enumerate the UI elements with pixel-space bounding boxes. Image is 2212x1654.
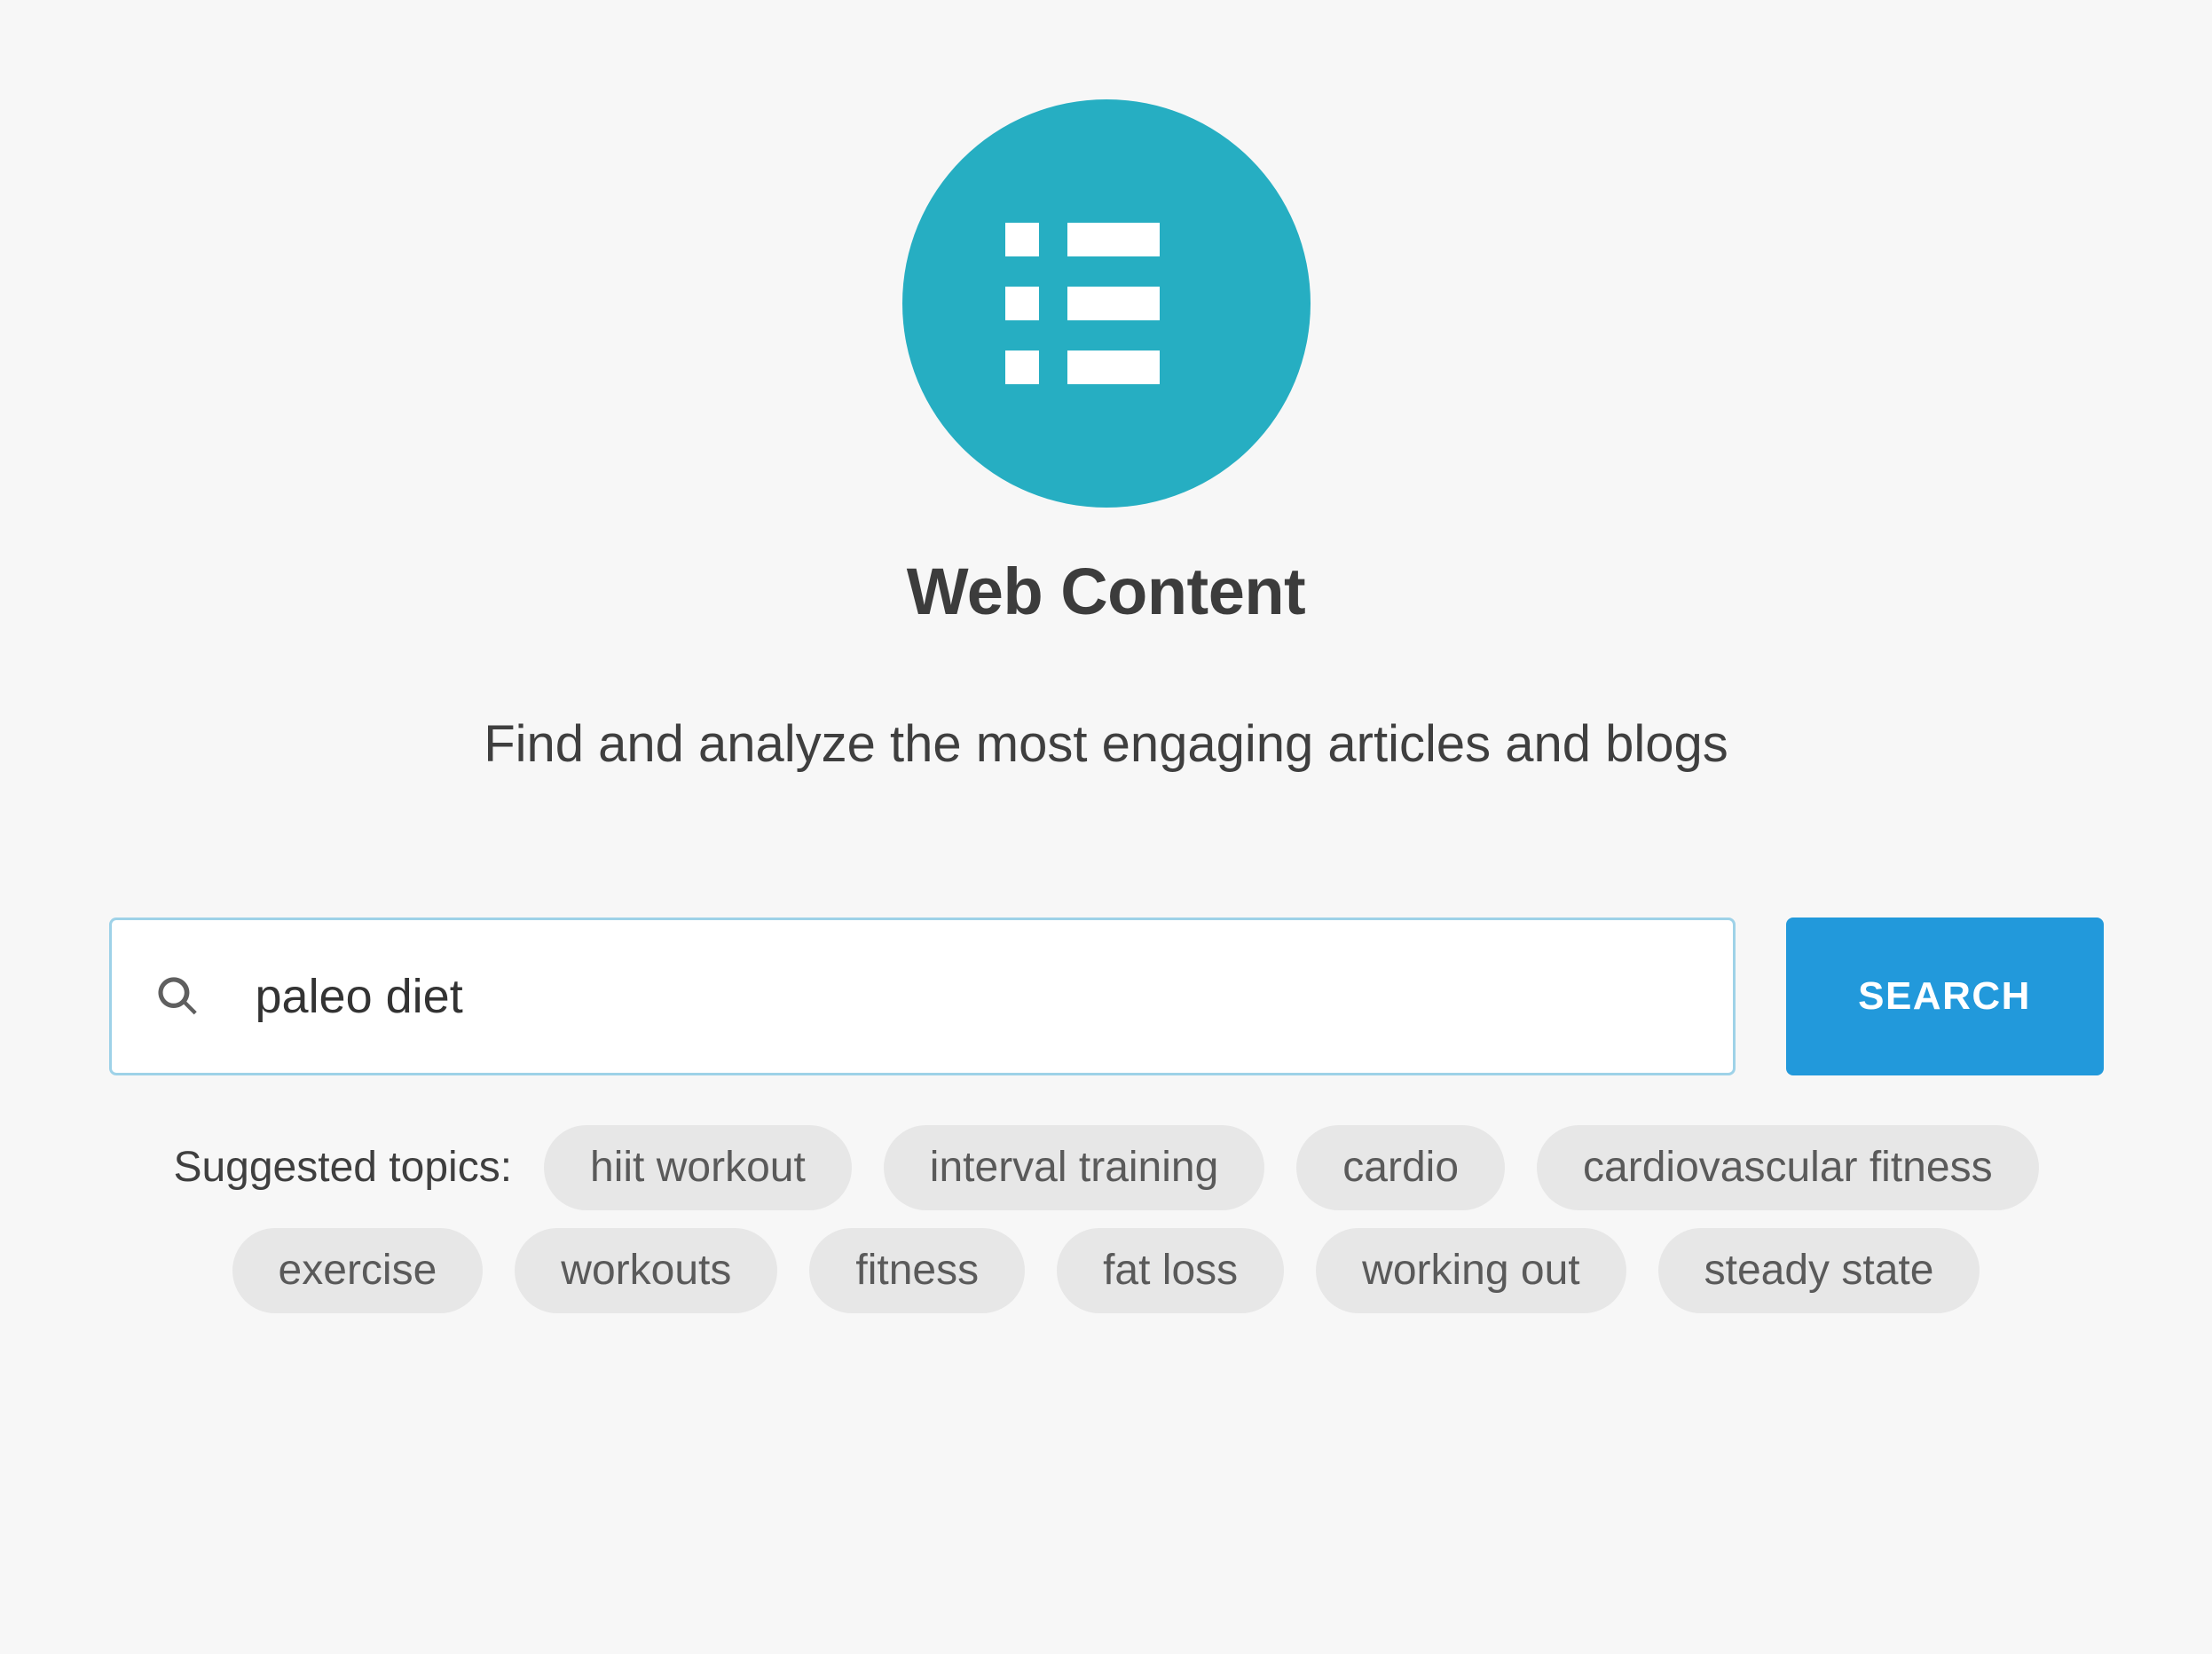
app-logo [901, 99, 1311, 508]
topic-chip[interactable]: exercise [232, 1227, 484, 1313]
suggested-topics: Suggested topics: hiit workout interval … [130, 1124, 2082, 1313]
list-bar-2 [1067, 287, 1160, 320]
page-title: Web Content [906, 555, 1306, 628]
list-bullet-1 [1004, 223, 1039, 256]
list-icon [901, 99, 1311, 508]
list-icon-row [1004, 350, 1208, 384]
page-subtitle: Find and analyze the most engaging artic… [484, 714, 1728, 773]
search-button[interactable]: SEARCH [1785, 917, 2104, 1075]
topic-chip[interactable]: cardiovascular fitness [1537, 1124, 2039, 1210]
list-bar-1 [1067, 223, 1160, 256]
suggested-topics-label: Suggested topics: [173, 1143, 513, 1191]
web-content-search-page: Web Content Find and analyze the most en… [0, 0, 2212, 1654]
search-input[interactable] [255, 968, 1657, 1024]
list-bar-3 [1067, 350, 1160, 384]
list-icon-row [1004, 287, 1208, 320]
search-icon [157, 976, 197, 1014]
list-icon-row [1004, 223, 1208, 256]
topic-chip[interactable]: hiit workout [544, 1124, 852, 1210]
topic-chip[interactable]: workouts [515, 1227, 778, 1313]
search-row: SEARCH [108, 917, 2104, 1075]
topic-chip[interactable]: working out [1316, 1227, 1626, 1313]
topic-chip[interactable]: steady state [1657, 1227, 1980, 1313]
search-field-container[interactable] [108, 917, 1736, 1075]
topic-chip[interactable]: fat loss [1057, 1227, 1285, 1313]
topic-chip[interactable]: fitness [809, 1227, 1026, 1313]
list-bullet-2 [1004, 287, 1039, 320]
list-bullet-3 [1004, 350, 1039, 384]
list-icon-glyph [1004, 223, 1208, 384]
topic-chip[interactable]: interval training [883, 1124, 1265, 1210]
topic-chip[interactable]: cardio [1296, 1124, 1506, 1210]
